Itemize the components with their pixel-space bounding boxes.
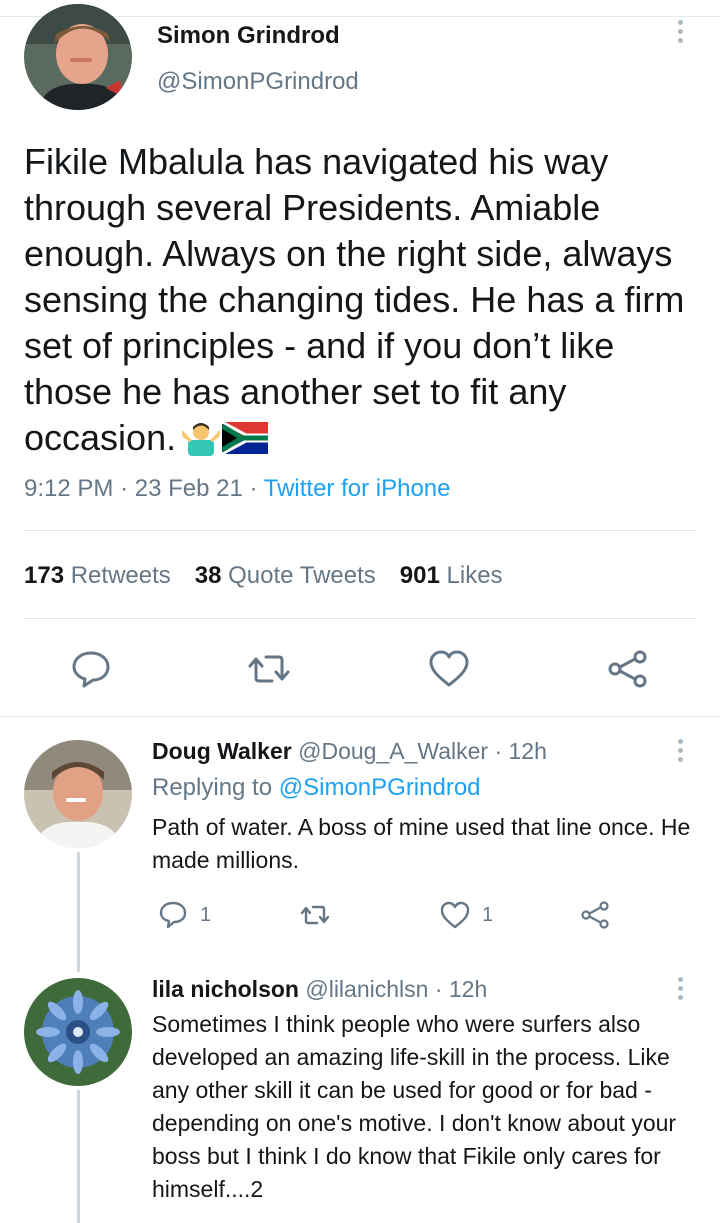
reply-action-reply[interactable]: 1 — [158, 898, 211, 932]
like-icon — [440, 901, 470, 929]
divider — [0, 716, 720, 717]
quote-tweets-stat[interactable]: 38 Quote Tweets — [195, 562, 376, 589]
replying-to-handle-link[interactable]: @SimonPGrindrod — [279, 774, 481, 801]
south-africa-flag-emoji — [220, 419, 270, 456]
share-icon — [581, 901, 609, 929]
reply-author-handle[interactable]: @lilanichlsn — [305, 976, 428, 1002]
author-avatar[interactable] — [24, 4, 132, 110]
likes-label: Likes — [446, 562, 503, 589]
divider — [24, 530, 696, 531]
reply-text: Sometimes I think people who were surfer… — [152, 1011, 677, 1202]
quote-tweets-label: Quote Tweets — [228, 562, 376, 589]
reply-time: · 12h — [494, 738, 547, 764]
more-options-icon[interactable] — [674, 739, 686, 769]
reply-icon — [159, 901, 187, 929]
person-shrugging-emoji — [180, 418, 222, 456]
share-icon[interactable] — [606, 648, 648, 690]
retweets-count: 173 — [24, 562, 65, 589]
replying-to-label: Replying to — [152, 774, 273, 801]
author-handle[interactable]: @SimonPGrindrod — [157, 68, 359, 96]
meta-separator: · — [249, 475, 258, 502]
retweet-icon — [300, 905, 330, 925]
tweet-meta: 9:12 PM · 23 Feb 21 · Twitter for iPhone — [24, 475, 450, 503]
reply-action-share[interactable] — [580, 898, 610, 932]
like-icon[interactable] — [428, 648, 470, 690]
reply-count: 1 — [200, 903, 212, 926]
reply-icon[interactable] — [70, 648, 112, 690]
thread-connector — [77, 852, 80, 972]
more-options-icon[interactable] — [674, 977, 686, 1007]
reply-avatar[interactable] — [24, 740, 132, 848]
likes-stat[interactable]: 901 Likes — [400, 562, 503, 589]
thread-connector — [77, 1090, 80, 1223]
reply-text: Path of water. A boss of mine used that … — [152, 814, 691, 873]
retweets-stat[interactable]: 173 Retweets — [24, 562, 171, 589]
retweets-label: Retweets — [70, 562, 171, 589]
reply-header: lila nicholson @lilanichlsn · 12h — [152, 976, 487, 1003]
author-name[interactable]: Simon Grindrod — [157, 22, 340, 50]
reply-avatar[interactable] — [24, 978, 132, 1086]
tweet-date: 23 Feb 21 — [134, 475, 243, 502]
more-options-icon[interactable] — [672, 20, 688, 52]
retweet-icon[interactable] — [248, 648, 290, 690]
tweet-text: Fikile Mbalula has navigated his way thr… — [24, 139, 704, 461]
tweet-body: Fikile Mbalula has navigated his way thr… — [24, 141, 685, 458]
tweet-source-link[interactable]: Twitter for iPhone — [264, 475, 451, 502]
reply-time: · 12h — [434, 976, 488, 1002]
tweet-time: 9:12 PM — [24, 475, 114, 502]
reply-author-handle[interactable]: @Doug_A_Walker — [298, 738, 488, 764]
reply-author-name[interactable]: lila nicholson — [152, 976, 299, 1002]
like-count: 1 — [482, 903, 494, 926]
divider — [24, 618, 696, 619]
tweet-stats: 173 Retweets 38 Quote Tweets 901 Likes — [24, 562, 527, 590]
reply-action-like[interactable]: 1 — [440, 898, 493, 932]
quote-tweets-count: 38 — [194, 562, 222, 589]
reply-action-retweet[interactable] — [300, 898, 330, 932]
reply-header: Doug Walker @Doug_A_Walker · 12h — [152, 738, 547, 765]
meta-separator: · — [120, 475, 129, 502]
likes-count: 901 — [399, 562, 440, 589]
reply-author-name[interactable]: Doug Walker — [152, 738, 292, 764]
replying-to: Replying to @SimonPGrindrod — [152, 774, 481, 802]
